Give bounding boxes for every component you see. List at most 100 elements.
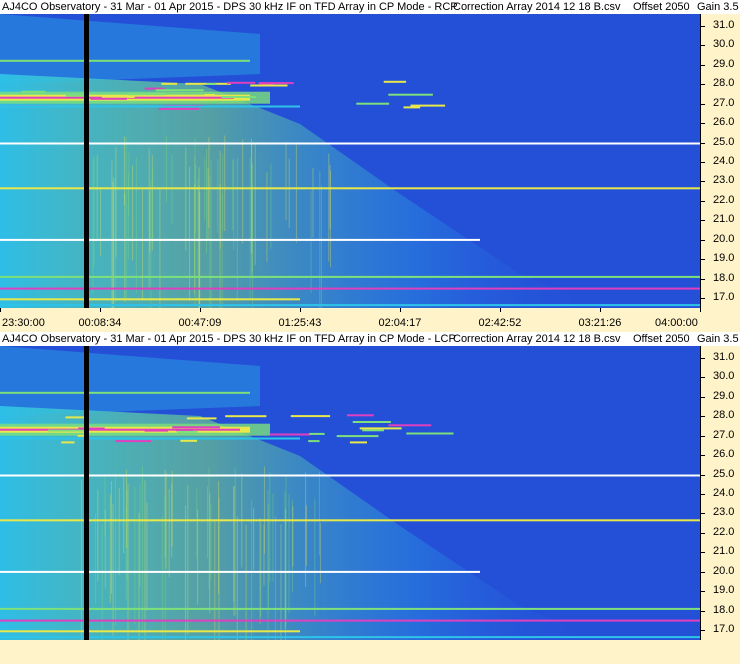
lcp-emission-fleck (362, 429, 384, 432)
rcp-gain-label: Gain 3.5 (697, 1, 739, 13)
lcp-streak (318, 471, 320, 556)
rcp-streak (330, 170, 331, 268)
lcp-streak (112, 504, 114, 637)
rcp-ytick-label: 25.0 (713, 135, 735, 148)
lcp-emission-fleck (186, 417, 217, 420)
lcp-emission-fleck (180, 439, 198, 442)
lcp-emission-fleck (359, 427, 402, 430)
rcp-streak (254, 143, 256, 266)
rcp-streak (159, 188, 161, 308)
rcp-xtick-label: 00:47:09 (178, 317, 222, 329)
rcp-xtick-mark (0, 308, 1, 312)
lcp-streak (233, 485, 235, 602)
lcp-emission-fleck (346, 414, 374, 417)
lcp-emission-fleck (336, 435, 379, 438)
rcp-xtick-mark (700, 308, 701, 312)
lcp-ytick-label: 25.0 (713, 467, 735, 480)
rcp-emission-fleck (101, 95, 135, 98)
lcp-streak (164, 496, 166, 640)
rcp-interference-line (0, 287, 700, 290)
lcp-offset-label: Offset 2050 (633, 333, 690, 345)
lcp-streak (210, 504, 212, 581)
rcp-streak (210, 160, 212, 308)
rcp-streak (100, 186, 102, 256)
lcp-time-marker (83, 346, 89, 640)
rcp-interference-line (0, 59, 250, 62)
lcp-ytick-label: 18.0 (713, 603, 735, 616)
lcp-ytick-label: 26.0 (713, 448, 735, 460)
rcp-streak (219, 150, 221, 249)
lcp-emission-fleck (308, 440, 320, 443)
lcp-panel: AJ4CO Observatory - 31 Mar - 01 Apr 2015… (0, 332, 740, 664)
lcp-ytick-mark (701, 474, 705, 476)
rcp-streak (206, 149, 207, 254)
rcp-streak (233, 158, 235, 250)
lcp-ytick-label: 31.0 (713, 350, 735, 363)
lcp-spectrogram-svg (0, 346, 700, 640)
lcp-streak (134, 486, 136, 625)
lcp-streak (109, 494, 111, 603)
rcp-emission-fleck (250, 84, 288, 87)
lcp-streak (80, 479, 82, 640)
rcp-streak (96, 155, 98, 241)
lcp-emission-fleck (225, 415, 267, 418)
rcp-streak (221, 193, 223, 308)
rcp-emission-region (0, 74, 600, 308)
rcp-interference-line (0, 238, 480, 241)
rcp-ytick-mark (701, 200, 705, 202)
rcp-streak (270, 163, 272, 249)
lcp-streak (146, 502, 148, 611)
rcp-ytick-mark (701, 239, 705, 241)
rcp-correction-label: Correction Array 2014 12 18 B.csv (453, 1, 621, 13)
rcp-streak (312, 168, 314, 238)
rcp-streak (135, 157, 137, 293)
lcp-interference-line (0, 636, 700, 639)
lcp-ytick-label: 19.0 (713, 584, 735, 597)
rcp-xtick-mark (600, 308, 601, 312)
rcp-streak (93, 156, 95, 268)
lcp-streak (214, 519, 216, 640)
lcp-emission-fleck (309, 432, 325, 435)
lcp-ytick-label: 30.0 (713, 370, 735, 383)
lcp-ytick-mark (701, 513, 705, 515)
lcp-emission-fleck (388, 424, 432, 427)
rcp-ytick-label: 22.0 (713, 193, 735, 206)
rcp-streak (92, 158, 94, 294)
lcp-streak (114, 473, 116, 627)
lcp-ytick-label: 21.0 (713, 545, 735, 558)
rcp-interference-line (0, 275, 700, 278)
rcp-ytick-label: 31.0 (713, 18, 735, 31)
rcp-ytick-mark (701, 103, 705, 105)
rcp-upper-band-region (0, 14, 260, 84)
lcp-gain-label: Gain 3.5 (697, 333, 739, 345)
rcp-streak (232, 160, 234, 231)
lcp-streak (260, 523, 262, 617)
rcp-streak (208, 137, 210, 228)
lcp-interference-line (0, 474, 700, 477)
rcp-xtick-mark (500, 308, 501, 312)
rcp-interference-line (0, 105, 300, 108)
rcp-streak (204, 158, 206, 220)
lcp-streak (196, 488, 198, 559)
rcp-ytick-label: 20.0 (713, 232, 735, 245)
rcp-ytick-mark (701, 220, 705, 222)
lcp-streak (319, 523, 321, 584)
rcp-ytick-mark (701, 84, 705, 86)
rcp-ytick-label: 29.0 (713, 57, 735, 70)
rcp-emission-fleck (204, 94, 215, 96)
rcp-ytick-label: 26.0 (713, 116, 735, 128)
lcp-streak (126, 489, 128, 580)
rcp-streak (185, 147, 187, 251)
rcp-ytick-label: 17.0 (713, 291, 735, 304)
rcp-ytick-mark (701, 64, 705, 66)
rcp-title: AJ4CO Observatory - 31 Mar - 01 Apr 2015… (2, 1, 458, 13)
rcp-emission-fleck (258, 82, 294, 85)
lcp-ytick-label: 22.0 (713, 525, 735, 538)
rcp-frequency-axis: 31.0 30.0 29.0 28.0 27.0 26.0 25.0 24.0 23.0 22.0… (700, 14, 740, 308)
rcp-streak (321, 185, 322, 308)
lcp-emission-fleck (48, 429, 84, 432)
lcp-ytick-mark (701, 416, 705, 418)
lcp-emission-fleck (290, 415, 331, 418)
rcp-streak (251, 143, 253, 278)
lcp-emission-fleck (269, 433, 311, 436)
